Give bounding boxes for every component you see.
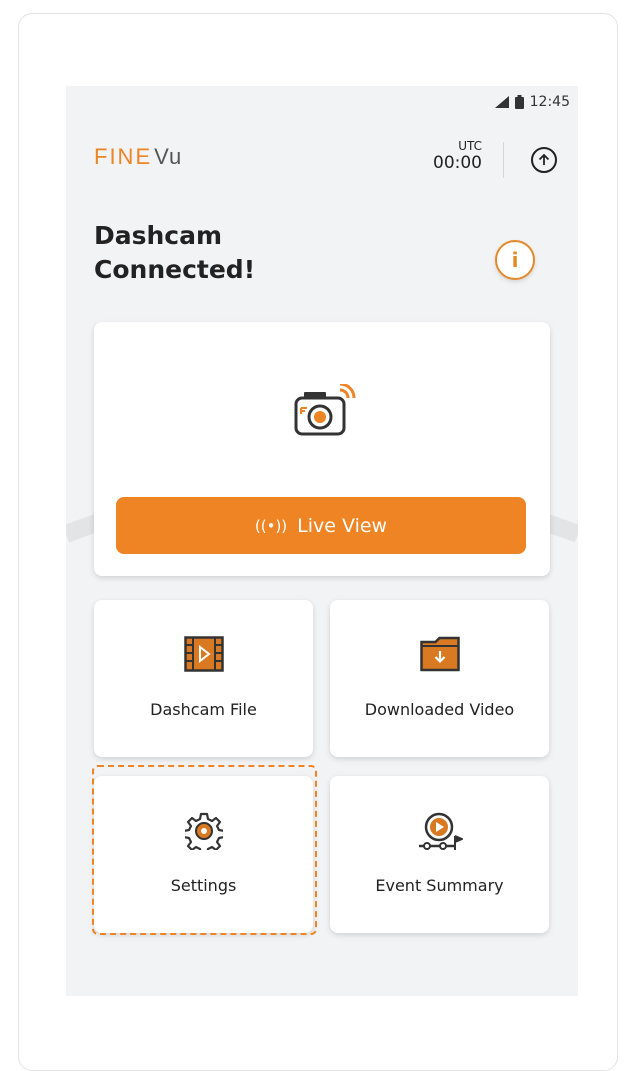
broadcast-icon: ((•)) (254, 516, 288, 535)
event-summary-button[interactable]: Event Summary (330, 776, 549, 933)
live-view-card: ((•)) Live View (94, 322, 550, 576)
app-header: FINEVu UTC 00:00 (66, 132, 578, 182)
upload-icon (538, 153, 550, 165)
status-time: 12:45 (529, 94, 570, 110)
live-view-button[interactable]: ((•)) Live View (116, 497, 526, 554)
page-title: Dashcam Connected! (94, 219, 255, 287)
status-bar: 12:45 (494, 92, 570, 112)
app-screen: 12:45 FINEVu UTC 00:00 Dashcam Connected… (66, 86, 578, 996)
dashcam-wireless-icon (294, 384, 356, 436)
utc-clock: UTC 00:00 (433, 140, 482, 172)
logo-text-bold: FINE (94, 144, 153, 169)
event-video-icon (418, 812, 463, 850)
utc-label: UTC (458, 139, 482, 153)
utc-time: 00:00 (433, 153, 482, 173)
download-folder-icon (419, 636, 460, 672)
settings-button[interactable]: Settings (94, 776, 313, 933)
dashcam-file-button[interactable]: Dashcam File (94, 600, 313, 757)
battery-icon (514, 95, 524, 109)
info-icon: i (511, 248, 519, 272)
gear-icon (184, 812, 223, 850)
upload-button[interactable] (531, 147, 557, 173)
downloaded-video-label: Downloaded Video (364, 700, 515, 719)
downloaded-video-button[interactable]: Downloaded Video (330, 600, 549, 757)
event-summary-label: Event Summary (375, 876, 504, 895)
header-divider (503, 142, 504, 178)
finevu-logo: FINEVu (94, 144, 182, 170)
settings-label: Settings (170, 876, 237, 895)
live-view-label: Live View (297, 514, 388, 537)
dashcam-file-label: Dashcam File (150, 700, 257, 719)
info-button[interactable]: i (495, 240, 535, 280)
title-line1: Dashcam (94, 221, 223, 250)
title-line2: Connected! (94, 255, 256, 284)
logo-text-light: Vu (154, 144, 183, 169)
film-icon (183, 636, 224, 672)
signal-icon (494, 96, 509, 108)
